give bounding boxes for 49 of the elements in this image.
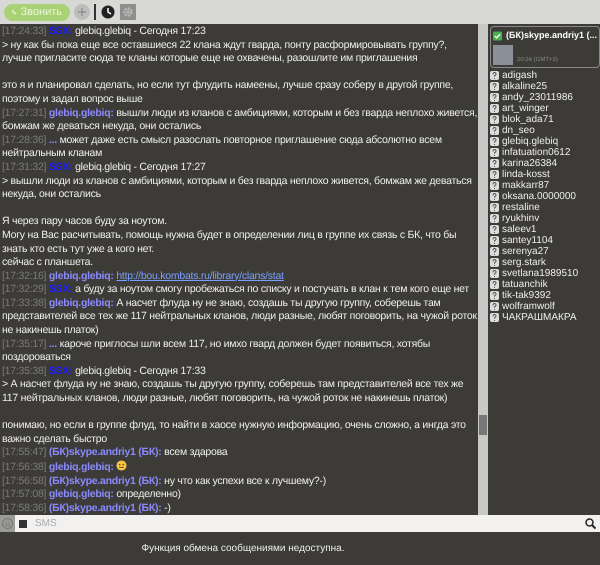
- message-link[interactable]: http://bou.kombats.ru/library/clans/stat: [116, 270, 284, 282]
- unknown-status-icon: [490, 214, 499, 222]
- unknown-status-icon: [490, 126, 499, 134]
- unknown-status-icon: [490, 136, 499, 146]
- unknown-status-icon: [490, 246, 499, 256]
- chat-message: [17:56:58] (БК)skype.andriy1 (БК): ну что как успехи все к лучшему?-): [2, 474, 327, 488]
- search-icon[interactable]: [585, 515, 600, 532]
- unknown-status-icon: [490, 280, 499, 288]
- unknown-status-icon: [490, 92, 499, 102]
- check-icon: [493, 30, 502, 41]
- unknown-status-icon: [490, 258, 499, 266]
- unknown-status-icon: [490, 302, 499, 310]
- unknown-status-icon: [490, 104, 499, 112]
- plus-icon: [78, 8, 86, 16]
- unknown-status-icon: [490, 158, 499, 168]
- unknown-status-icon: [490, 290, 499, 300]
- message-header: [17:32:16] glebiq.glebiq:: [2, 270, 114, 282]
- chat-message: [17:55:47] (БК)skype.andriy1 (БК): всем здарова: [2, 446, 229, 460]
- emoji-button[interactable]: [0, 515, 15, 532]
- unknown-status-icon: [490, 312, 499, 322]
- scrollbar[interactable]: [478, 24, 488, 515]
- add-button[interactable]: [74, 4, 90, 20]
- unknown-status-icon: [490, 170, 499, 178]
- unknown-status-icon: [490, 202, 499, 212]
- clock-icon: [101, 5, 115, 19]
- phone-icon: [12, 8, 17, 16]
- profile-name: (БК)skype.andriy1 (...: [506, 29, 597, 42]
- unknown-status-icon: [490, 268, 499, 278]
- settings-icon: [122, 6, 134, 18]
- unknown-status-icon: [490, 192, 499, 200]
- chat-message: [17:57:08] glebiq.glebiq: определенно): [2, 488, 182, 502]
- unknown-status-icon: [490, 82, 499, 90]
- chat-message: [17:58:36] (БК)skype.andriy1 (БК): -): [2, 502, 172, 515]
- smiley-emoji-icon: [116, 460, 128, 471]
- notice-text: Функция обмена сообщениями недоступна.: [141, 542, 344, 556]
- chat-message: [17:33:38] glebiq.glebiq: А насчет флуда ну не знаю, создашь ты другую группу, соберешь там представителей все тех же 117 нейтральных кланов, люди разные, любят поговорить, на чужой роток не накинешь платок): [2, 296, 478, 338]
- message-header: [17:56:38] glebiq.glebiq:: [2, 461, 114, 473]
- smiley-icon[interactable]: [2, 518, 13, 529]
- unknown-status-icon: [490, 236, 499, 244]
- chat-message: [17:32:29] SSX: а буду за ноутом смогу пробежаться по списку и постучать в клан к тем кого еще нет: [2, 283, 470, 297]
- avatar-placeholder: [493, 44, 513, 64]
- unknown-status-icon: [490, 114, 499, 124]
- chat-message: [17:31:32] SSX: glebiq.glebiq - Сегодня 17:27 > вышли люди из кланов с амбициями, которым и без гварда неплохо живется, бомжам же деваться некуда, они остались Я через пару часов буду за ноутом. Могу на Вас расчитывать, помощь нужна будет в определении лиц в группе их связь с БК, что бы знать кто есть тут уже а кого нет. сейчас с планшета.: [2, 160, 473, 270]
- clock-button[interactable]: [100, 4, 116, 20]
- square-icon: [19, 520, 27, 528]
- unknown-status-icon: [490, 148, 499, 156]
- unknown-status-icon: [490, 224, 499, 234]
- unknown-status-icon: [490, 180, 499, 190]
- unknown-status-icon: [490, 70, 499, 80]
